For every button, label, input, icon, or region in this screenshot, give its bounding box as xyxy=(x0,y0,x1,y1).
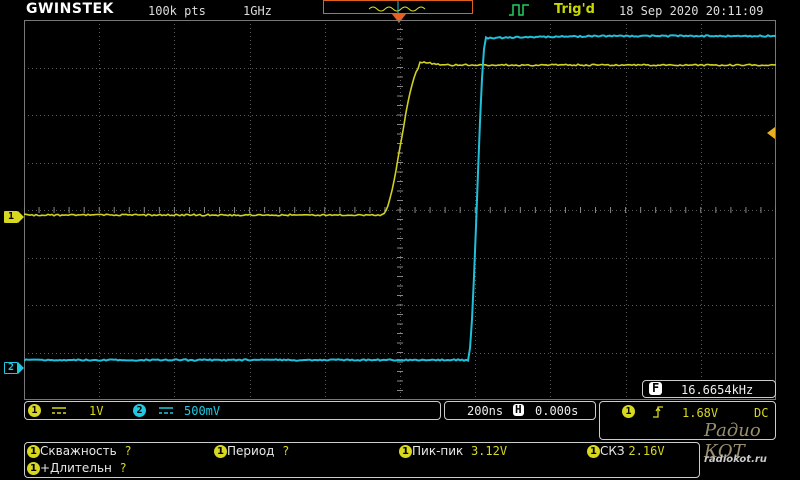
ch2-marker-arrow-icon xyxy=(18,362,24,374)
trigger-mode-icon[interactable] xyxy=(508,3,530,17)
brand-logo: GWINSTEK xyxy=(26,1,114,17)
trigger-status: Trig'd xyxy=(554,2,595,17)
measure-source-badge: 1 xyxy=(214,445,227,458)
ch2-scale: 500mV xyxy=(184,404,221,418)
measurement-duty-cycle[interactable]: 1 Скважность ? xyxy=(27,444,132,458)
measurement-label: СКЗ xyxy=(600,444,625,458)
timebase-panel[interactable]: 200ns H 0.000s xyxy=(444,401,596,420)
timebase-scale: 200ns xyxy=(467,404,504,418)
trigger-level-marker-icon[interactable] xyxy=(767,127,775,139)
measure-source-badge: 1 xyxy=(27,462,40,475)
measurement-label: +Длительн xyxy=(40,461,112,475)
trigger-source-badge: 1 xyxy=(622,405,635,418)
measure-source-badge: 1 xyxy=(399,445,412,458)
measurement-label: Скважность xyxy=(40,444,117,458)
measurement-value: ? xyxy=(119,461,127,475)
ch2-ground-marker[interactable]: 2 xyxy=(4,362,18,374)
ch1-scale: 1V xyxy=(89,404,104,418)
date-time: 18 Sep 2020 20:11:09 xyxy=(619,4,764,18)
ch1-marker-arrow-icon xyxy=(18,211,24,223)
horizontal-position-badge: H xyxy=(513,403,524,416)
memory-position-bar[interactable] xyxy=(323,0,473,14)
frequency-value: 16.6654kHz xyxy=(681,383,754,397)
ch2-dc-coupling-icon xyxy=(159,407,173,414)
rising-edge-icon xyxy=(653,406,663,418)
frequency-badge: F xyxy=(649,382,663,395)
horizontal-position-value: 0.000s xyxy=(535,404,579,418)
measurement-label: Пик-пик xyxy=(412,444,464,458)
measure-source-badge: 1 xyxy=(587,445,600,458)
channel-info-panel[interactable]: 1 1V 2 500mV xyxy=(24,401,441,420)
measure-source-badge: 1 xyxy=(27,445,40,458)
measurement-positive-width[interactable]: 1 +Длительн ? xyxy=(27,461,127,475)
measurement-period[interactable]: 1 Период ? xyxy=(214,444,289,458)
watermark-logo: Радио КОТ radiokot.ru xyxy=(700,420,796,476)
measurement-label: Период xyxy=(227,444,275,458)
top-status-bar: GWINSTEK 100k pts 1GHz Trig'd 18 Sep 202… xyxy=(0,0,800,23)
measurement-value: 2.16V xyxy=(628,444,665,458)
ch1-ground-marker[interactable]: 1 xyxy=(4,211,18,223)
ch2-badge[interactable]: 2 xyxy=(133,404,146,417)
trigger-level: 1.68V xyxy=(682,406,719,420)
frequency-counter: F 16.6654kHz xyxy=(642,380,776,398)
watermark-url: radiokot.ru xyxy=(704,454,767,465)
measurement-value: ? xyxy=(282,444,290,458)
sample-rate: 1GHz xyxy=(243,4,272,18)
ch1-dc-coupling-icon xyxy=(52,407,66,414)
measurement-value: 3.12V xyxy=(470,444,508,458)
record-length: 100k pts xyxy=(148,4,206,18)
measurement-rms[interactable]: 1 СКЗ 2.16V xyxy=(587,444,665,458)
measurement-peak-to-peak[interactable]: 1 Пик-пик 3.12V xyxy=(399,444,507,458)
trigger-coupling: DC xyxy=(754,406,769,420)
waveform-display[interactable] xyxy=(24,20,776,400)
ch1-badge[interactable]: 1 xyxy=(28,404,41,417)
waveform-overview-icon xyxy=(368,1,426,13)
measurement-value: ? xyxy=(124,444,132,458)
